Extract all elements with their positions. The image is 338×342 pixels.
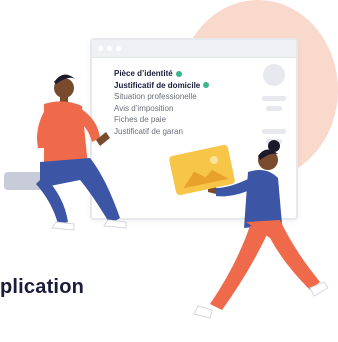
- illustration-stage: Pièce d’identité Justificatif de domicil…: [0, 0, 338, 342]
- page-heading: plication: [0, 276, 85, 298]
- seated-man-figure: [36, 74, 127, 231]
- stool-icon: [4, 172, 44, 190]
